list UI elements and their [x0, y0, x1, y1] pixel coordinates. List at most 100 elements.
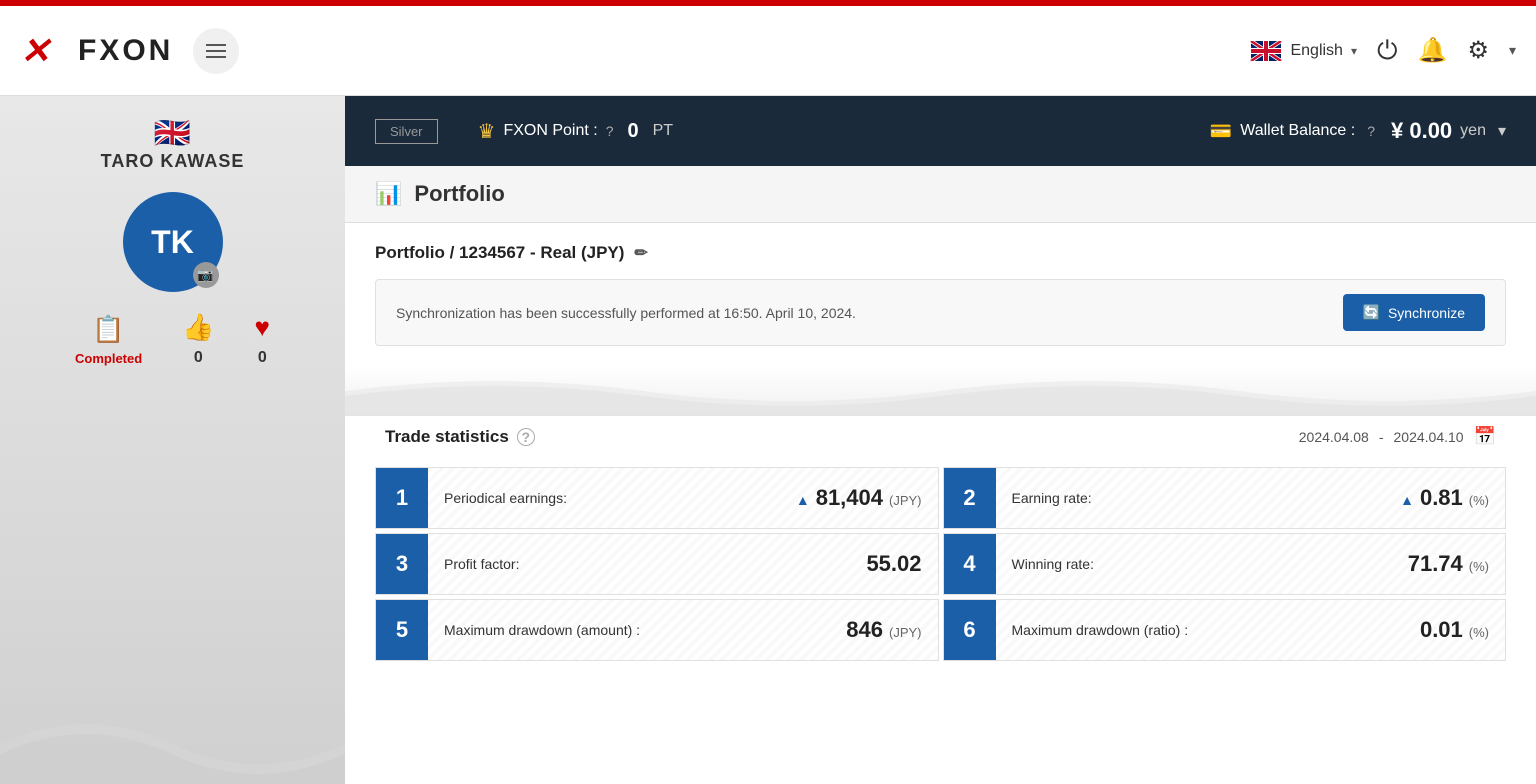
stat-value-area-4: 71.74 (%)	[1408, 551, 1489, 577]
stat-value-5: 846	[846, 617, 883, 643]
stat-label-6: Maximum drawdown (ratio) :	[1012, 622, 1189, 638]
language-label: English	[1290, 42, 1342, 60]
wallet-label: Wallet Balance :	[1240, 122, 1355, 140]
trade-stats-title: Trade statistics ?	[385, 427, 535, 447]
wallet-currency: yen	[1460, 122, 1486, 140]
sync-message: Synchronization has been successfully pe…	[396, 305, 856, 321]
stat-badge-4: 4	[944, 534, 996, 594]
stat-unit-1: (JPY)	[889, 493, 922, 508]
hamburger-line	[206, 44, 226, 46]
stat-unit-2: (%)	[1469, 493, 1489, 508]
stat-value-3: 55.02	[866, 551, 921, 577]
stat-value-area-6: 0.01 (%)	[1420, 617, 1489, 643]
stat-card-2: 2 Earning rate: ▲ 0.81 (%)	[943, 467, 1507, 529]
crown-icon: ♛	[478, 119, 496, 144]
stats-row-1: 1 Periodical earnings: ▲ 81,404 (JPY)	[375, 467, 1506, 529]
stat-content-2: Earning rate: ▲ 0.81 (%)	[996, 468, 1506, 528]
sidebar-wave	[0, 704, 345, 784]
avatar-container: TK 📷	[123, 192, 223, 292]
stat-badge-2: 2	[944, 468, 996, 528]
stat-label-5: Maximum drawdown (amount) :	[444, 622, 640, 638]
wallet-dropdown-arrow[interactable]: ▾	[1498, 121, 1506, 141]
fxon-point-label: FXON Point :	[503, 122, 597, 140]
wallet-value: ¥ 0.00	[1391, 118, 1452, 144]
stat-badge-5: 5	[376, 600, 428, 660]
logo-text: FXON	[78, 34, 173, 68]
sync-bar: Synchronization has been successfully pe…	[375, 279, 1506, 346]
stat-hearts: ♥ 0	[255, 312, 270, 367]
stat-value-2: 0.81	[1420, 485, 1463, 511]
wallet-help[interactable]: ?	[1367, 123, 1375, 139]
stat-card-6: 6 Maximum drawdown (ratio) : 0.01 (%)	[943, 599, 1507, 661]
trade-stats-label: Trade statistics	[385, 427, 509, 447]
trade-stats-header: Trade statistics ? 2024.04.08 - 2024.04.…	[375, 426, 1506, 447]
sidebar: 🇬🇧 TARO KAWASE TK 📷 📋 Completed 👍 0	[0, 96, 345, 784]
user-name: TARO KAWASE	[101, 151, 245, 172]
stat-label-2: Earning rate:	[1012, 490, 1092, 506]
language-selector[interactable]: English ▾	[1250, 41, 1357, 61]
portfolio-subtitle: Portfolio / 1234567 - Real (JPY) ✏	[375, 243, 1506, 263]
main-content: Silver ♛ FXON Point : ? 0 PT 💳 Wallet Ba…	[345, 96, 1536, 784]
notifications-button[interactable]: 🔔	[1418, 36, 1448, 65]
settings-button[interactable]: ⚙	[1467, 36, 1489, 65]
stat-content-3: Profit factor: 55.02	[428, 534, 938, 594]
stat-value-area-2: ▲ 0.81 (%)	[1400, 485, 1489, 511]
stat-content-6: Maximum drawdown (ratio) : 0.01 (%)	[996, 600, 1506, 660]
stat-value-area-3: 55.02	[866, 551, 921, 577]
avatar-camera-button[interactable]: 📷	[193, 262, 219, 288]
fxon-point-value: 0	[628, 120, 639, 143]
stat-unit-4: (%)	[1469, 559, 1489, 574]
synchronize-button[interactable]: 🔄 Synchronize	[1343, 294, 1485, 331]
hamburger-line	[206, 50, 226, 52]
stat-card-5: 5 Maximum drawdown (amount) : 846 (JPY)	[375, 599, 939, 661]
fxon-point-unit: PT	[653, 122, 673, 140]
stat-unit-6: (%)	[1469, 625, 1489, 640]
hearts-icon: ♥	[255, 312, 270, 343]
stat-badge-1: 1	[376, 468, 428, 528]
stat-card-1: 1 Periodical earnings: ▲ 81,404 (JPY)	[375, 467, 939, 529]
stat-value-1: 81,404	[816, 485, 883, 511]
header-left: ✕ FXON	[20, 28, 239, 74]
language-dropdown-arrow: ▾	[1351, 44, 1357, 58]
user-stats: 📋 Completed 👍 0 ♥ 0	[75, 312, 270, 367]
logo: ✕ FXON	[20, 31, 173, 71]
stat-content-4: Winning rate: 71.74 (%)	[996, 534, 1506, 594]
stat-value-4: 71.74	[1408, 551, 1463, 577]
stat-content-5: Maximum drawdown (amount) : 846 (JPY)	[428, 600, 938, 660]
stat-card-4: 4 Winning rate: 71.74 (%)	[943, 533, 1507, 595]
settings-dropdown-arrow[interactable]: ▾	[1509, 42, 1516, 59]
completed-icon: 📋	[92, 314, 124, 345]
trade-stats-help[interactable]: ?	[517, 428, 535, 446]
date-start: 2024.04.08	[1299, 429, 1369, 445]
power-button[interactable]: ⏻	[1377, 35, 1398, 67]
avatar-initials: TK	[151, 224, 194, 261]
edit-icon[interactable]: ✏	[634, 243, 647, 263]
stat-unit-5: (JPY)	[889, 625, 922, 640]
wallet-balance-section: 💳 Wallet Balance : ? ¥ 0.00 yen ▾	[1210, 118, 1506, 144]
stat-card-3: 3 Profit factor: 55.02	[375, 533, 939, 595]
hamburger-button[interactable]	[193, 28, 239, 74]
wave-divider	[345, 366, 1536, 416]
silver-badge: Silver	[375, 119, 438, 144]
header: ✕ FXON English ▾ ⏻ 🔔	[0, 6, 1536, 96]
logo-icon: ✕	[20, 31, 70, 71]
stat-label-1: Periodical earnings:	[444, 490, 567, 506]
likes-icon: 👍	[182, 312, 214, 343]
svg-text:✕: ✕	[20, 31, 52, 71]
stat-badge-6: 6	[944, 600, 996, 660]
portfolio-title: Portfolio	[414, 181, 504, 207]
calendar-icon[interactable]: 📅	[1474, 426, 1496, 447]
wallet-icon: 💳	[1210, 121, 1232, 142]
wave-svg	[345, 366, 1536, 416]
stat-value-area-1: ▲ 81,404 (JPY)	[796, 485, 922, 511]
date-end: 2024.04.10	[1394, 429, 1464, 445]
sync-icon: 🔄	[1363, 304, 1380, 321]
completed-label: Completed	[75, 351, 142, 366]
stat-arrow-2: ▲	[1400, 492, 1414, 508]
stat-value-6: 0.01	[1420, 617, 1463, 643]
portfolio-chart-icon: 📊	[375, 181, 402, 207]
sync-button-label: Synchronize	[1388, 305, 1465, 321]
stat-likes: 👍 0	[182, 312, 214, 367]
fxon-point-help[interactable]: ?	[606, 123, 614, 139]
portfolio-subtitle-text: Portfolio / 1234567 - Real (JPY)	[375, 243, 624, 263]
